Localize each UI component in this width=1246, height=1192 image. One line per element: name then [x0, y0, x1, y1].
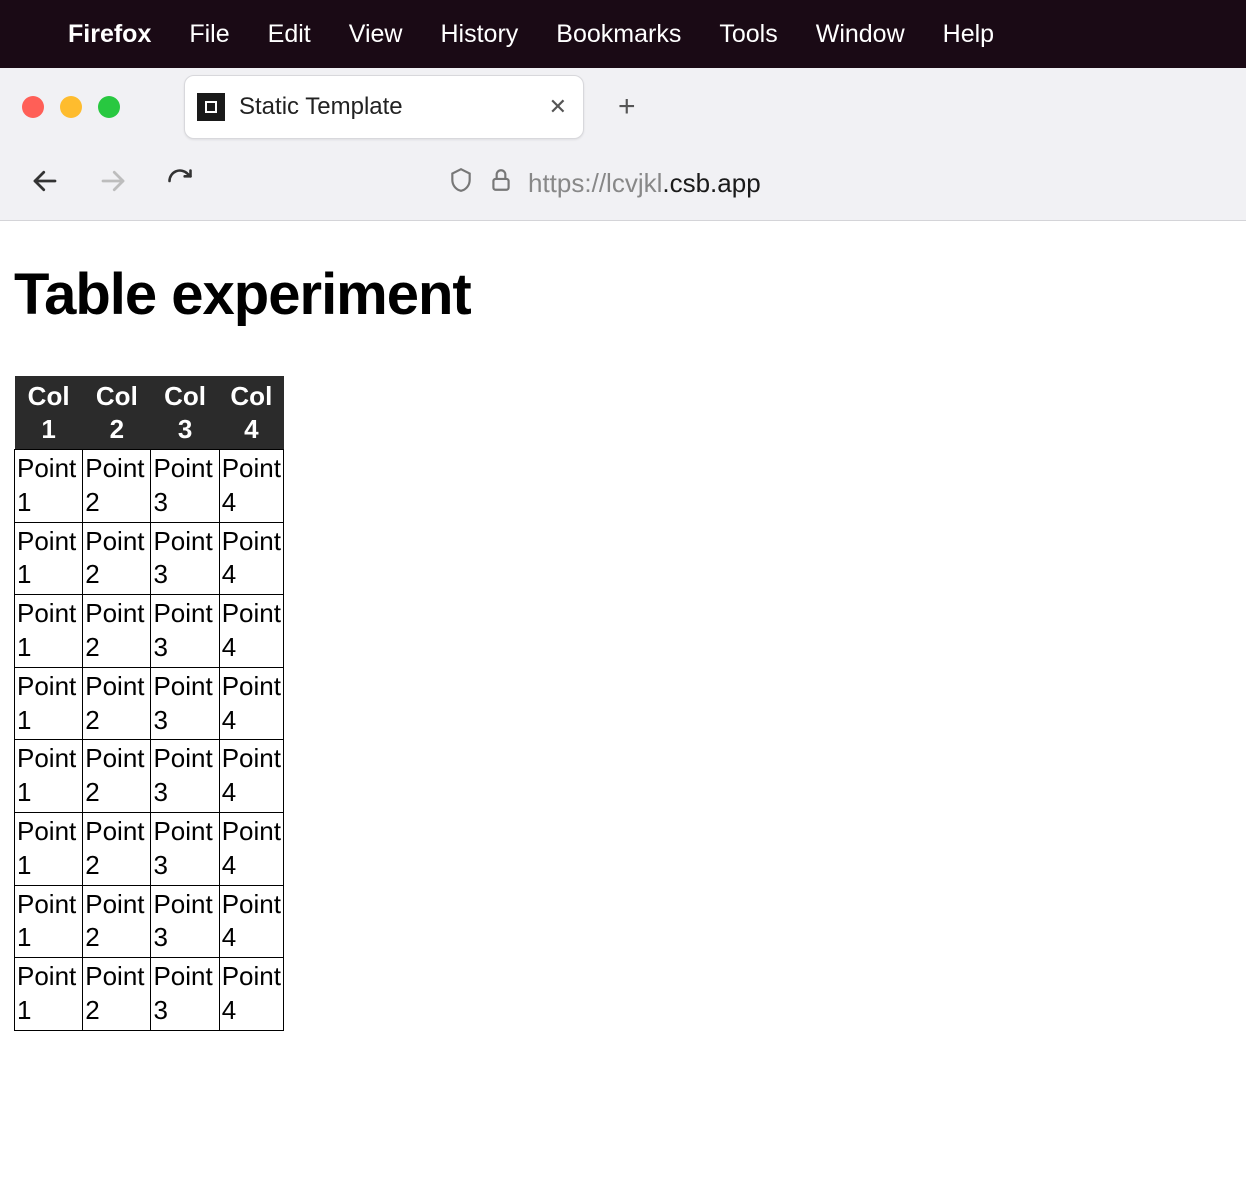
table-cell: Point 2	[83, 885, 151, 958]
table-cell: Point 1	[15, 450, 83, 523]
menubar-app-name[interactable]: Firefox	[68, 20, 151, 49]
table-row: Point 1Point 2Point 3Point 4	[15, 958, 284, 1031]
table-cell: Point 3	[151, 812, 219, 885]
macos-menubar: Firefox File Edit View History Bookmarks…	[0, 0, 1246, 68]
table-header: Col 4	[219, 376, 283, 450]
table-cell: Point 3	[151, 595, 219, 668]
menubar-item-edit[interactable]: Edit	[268, 20, 311, 49]
table-cell: Point 2	[83, 740, 151, 813]
table-cell: Point 3	[151, 885, 219, 958]
table-header: Col 2	[83, 376, 151, 450]
lock-icon	[488, 167, 514, 200]
table-cell: Point 1	[15, 740, 83, 813]
table-header: Col 3	[151, 376, 219, 450]
table-cell: Point 4	[219, 740, 283, 813]
window-close-button[interactable]	[22, 96, 44, 118]
table-cell: Point 1	[15, 595, 83, 668]
table-row: Point 1Point 2Point 3Point 4	[15, 740, 284, 813]
tab-close-button[interactable]: ✕	[545, 90, 571, 124]
menubar-item-view[interactable]: View	[349, 20, 403, 49]
menubar-item-help[interactable]: Help	[943, 20, 994, 49]
table-cell: Point 2	[83, 958, 151, 1031]
table-row: Point 1Point 2Point 3Point 4	[15, 522, 284, 595]
table-row: Point 1Point 2Point 3Point 4	[15, 667, 284, 740]
window-minimize-button[interactable]	[60, 96, 82, 118]
new-tab-button[interactable]: +	[598, 90, 656, 124]
table-cell: Point 1	[15, 812, 83, 885]
table-cell: Point 4	[219, 595, 283, 668]
table-cell: Point 1	[15, 667, 83, 740]
table-container: Col 1 Col 2 Col 3 Col 4 Point 1Point 2Po…	[14, 376, 284, 1031]
url-bar[interactable]: https://lcvjkl.csb.app	[432, 156, 1216, 210]
table-cell: Point 2	[83, 595, 151, 668]
nav-toolbar: https://lcvjkl.csb.app	[0, 146, 1246, 220]
nav-back-button[interactable]	[30, 166, 60, 201]
nav-forward-button[interactable]	[98, 166, 128, 201]
table-row: Point 1Point 2Point 3Point 4	[15, 812, 284, 885]
table-cell: Point 1	[15, 885, 83, 958]
page-title: Table experiment	[14, 261, 1232, 328]
table-header-row: Col 1 Col 2 Col 3 Col 4	[15, 376, 284, 450]
table-cell: Point 4	[219, 885, 283, 958]
table-cell: Point 3	[151, 958, 219, 1031]
window-controls	[22, 96, 120, 118]
menubar-item-window[interactable]: Window	[816, 20, 905, 49]
tab-favicon-icon	[197, 93, 225, 121]
data-table: Col 1 Col 2 Col 3 Col 4 Point 1Point 2Po…	[14, 376, 284, 1031]
tab-title: Static Template	[239, 93, 531, 121]
table-cell: Point 4	[219, 667, 283, 740]
table-row: Point 1Point 2Point 3Point 4	[15, 885, 284, 958]
table-cell: Point 2	[83, 667, 151, 740]
table-cell: Point 1	[15, 522, 83, 595]
table-header: Col 1	[15, 376, 83, 450]
tab-strip: Static Template ✕ +	[0, 68, 1246, 146]
table-row: Point 1Point 2Point 3Point 4	[15, 450, 284, 523]
table-cell: Point 2	[83, 522, 151, 595]
table-cell: Point 3	[151, 740, 219, 813]
table-cell: Point 4	[219, 450, 283, 523]
menubar-item-file[interactable]: File	[189, 20, 229, 49]
window-zoom-button[interactable]	[98, 96, 120, 118]
menubar-item-tools[interactable]: Tools	[719, 20, 777, 49]
menubar-item-bookmarks[interactable]: Bookmarks	[556, 20, 681, 49]
table-cell: Point 3	[151, 522, 219, 595]
browser-chrome: Static Template ✕ + https://lcvjkl.csb.a…	[0, 68, 1246, 221]
table-cell: Point 2	[83, 812, 151, 885]
table-cell: Point 3	[151, 450, 219, 523]
shield-icon	[448, 167, 474, 200]
table-cell: Point 2	[83, 450, 151, 523]
browser-tab[interactable]: Static Template ✕	[184, 75, 584, 139]
table-cell: Point 1	[15, 958, 83, 1031]
table-cell: Point 3	[151, 667, 219, 740]
page-content: Table experiment Col 1 Col 2 Col 3 Col 4…	[0, 221, 1246, 1071]
table-cell: Point 4	[219, 812, 283, 885]
url-text: https://lcvjkl.csb.app	[528, 168, 761, 199]
reload-button[interactable]	[166, 167, 194, 200]
menubar-item-history[interactable]: History	[441, 20, 519, 49]
table-row: Point 1Point 2Point 3Point 4	[15, 595, 284, 668]
table-cell: Point 4	[219, 958, 283, 1031]
table-cell: Point 4	[219, 522, 283, 595]
